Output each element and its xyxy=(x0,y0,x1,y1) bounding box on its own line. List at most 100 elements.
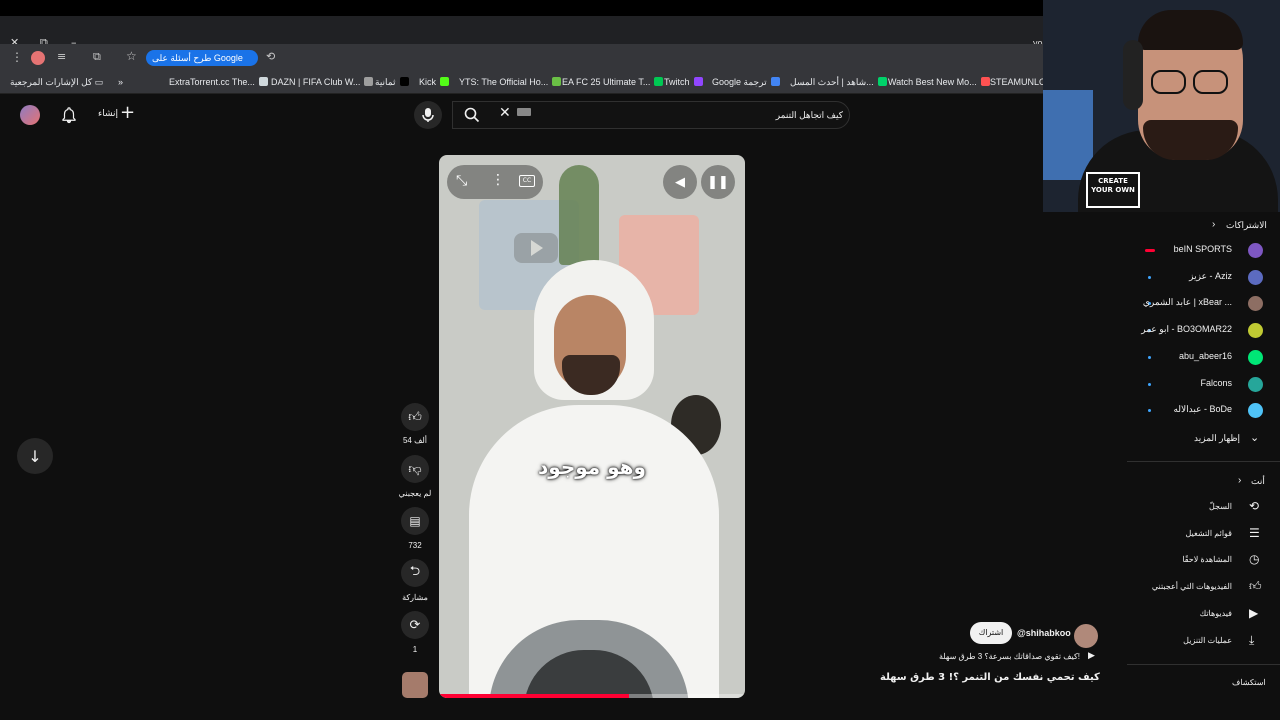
subscriptions-title[interactable]: الاشتراكات xyxy=(1226,220,1267,231)
subscription-item[interactable]: beIN SPORTS xyxy=(1127,239,1280,263)
pause-button[interactable]: ❚❚ xyxy=(701,165,735,199)
channel-handle[interactable]: @shihabkoo xyxy=(1017,628,1071,638)
bookmark-star-icon[interactable]: ☆ xyxy=(126,49,137,63)
subscription-item[interactable]: ابو عمر - BO3OMAR22 xyxy=(1127,319,1280,343)
captions-icon[interactable]: CC xyxy=(519,175,535,187)
you-title[interactable]: أنت xyxy=(1251,476,1265,487)
progress-track[interactable] xyxy=(439,694,745,698)
bookmark-item[interactable]: ExtraTorrent.cc The... xyxy=(169,77,268,87)
bookmark-label: YTS: The Official Ho... xyxy=(459,77,549,87)
next-video-button[interactable]: ↓ xyxy=(17,438,53,474)
bookmark-favicon-icon xyxy=(654,77,664,86)
bookmark-item[interactable]: DAZN | FIFA Club W... xyxy=(271,77,374,87)
chevron-right-icon: › xyxy=(1238,475,1242,486)
fullscreen-icon[interactable]: ⤡ xyxy=(456,173,467,189)
clear-search-icon[interactable]: ✕ xyxy=(499,105,511,121)
channel-avatar xyxy=(1248,243,1263,258)
title-bar xyxy=(0,0,1043,16)
notifications-bell-icon[interactable] xyxy=(60,106,78,128)
live-indicator-icon xyxy=(1145,249,1155,252)
you-section-item[interactable]: قوائم التشغيل ☰ xyxy=(1127,523,1280,547)
bookmark-favicon-icon xyxy=(877,77,887,86)
bookmark-favicon-icon xyxy=(364,77,374,86)
bookmark-item[interactable]: Google ترجمة xyxy=(712,77,780,88)
keyboard-icon[interactable] xyxy=(517,108,531,116)
sound-thumbnail[interactable] xyxy=(402,672,428,698)
voice-search-button[interactable] xyxy=(414,101,442,129)
subscription-item[interactable]: Falcons xyxy=(1127,373,1280,397)
media-controls-icon[interactable]: ≡ xyxy=(57,50,66,63)
search-button[interactable] xyxy=(452,101,492,129)
channel-avatar[interactable] xyxy=(1074,624,1098,648)
subscription-item[interactable]: abu_abeer16 xyxy=(1127,346,1280,370)
channel-name: Falcons xyxy=(1200,377,1232,388)
more-options-icon[interactable]: ⋮ xyxy=(491,172,505,188)
volume-button[interactable]: ◀ xyxy=(663,165,697,199)
bookmark-label: ExtraTorrent.cc The... xyxy=(169,77,255,87)
all-bookmarks-folder[interactable]: كل الإشارات المرجعية ▭ xyxy=(10,77,103,88)
webcam-overlay: CREATE YOUR OWN xyxy=(1043,0,1280,212)
site-info-icon[interactable]: ⟲ xyxy=(266,50,275,63)
create-button[interactable]: إنشاء + xyxy=(92,101,140,129)
share-button[interactable]: ⮌ xyxy=(401,559,429,587)
related-video-link[interactable]: كيف تقوي صداقاتك بسرعة؟ 3 طرق سهلة! xyxy=(900,652,1080,661)
beard xyxy=(1143,120,1238,160)
shorts-video-player[interactable]: وهو موجود ⤡ ⋮ CC ◀ ❚❚ xyxy=(439,155,745,698)
bookmark-label: EA FC 25 Ultimate T... xyxy=(562,77,651,87)
you-section-item[interactable]: المشاهدة لاحقًا ◷ xyxy=(1127,549,1280,573)
bookmark-item[interactable]: Watch Best New Mo... xyxy=(888,77,990,87)
comments-button[interactable]: ▤ xyxy=(401,507,429,535)
bookmark-favicon-icon xyxy=(552,77,562,86)
channel-avatar xyxy=(1248,269,1263,285)
glasses-left xyxy=(1151,70,1186,94)
you-section-item[interactable]: عمليات التنزيل ⤓ xyxy=(1127,630,1280,654)
channel-name: ابو عمر - BO3OMAR22 xyxy=(1141,324,1232,335)
search-icon xyxy=(464,107,480,123)
subscription-item[interactable]: عابد الشمري | xBear ... xyxy=(1127,292,1280,316)
show-more-label[interactable]: إظهار المزيد xyxy=(1194,433,1240,444)
profile-avatar[interactable] xyxy=(31,51,45,65)
thumb-up-icon: 👍︎ xyxy=(408,409,422,425)
ask-google-chip[interactable]: طرح أسئلة على Google xyxy=(146,50,258,66)
like-button[interactable]: 👍︎ xyxy=(401,403,429,431)
subscribe-button[interactable]: اشتراك xyxy=(970,622,1012,644)
extensions-icon[interactable]: ⧉ xyxy=(93,50,101,64)
search-input[interactable] xyxy=(533,105,843,125)
channel-avatar xyxy=(1248,323,1263,339)
bookmark-item[interactable]: Twitch xyxy=(664,77,703,87)
video-caption: وهو موجود xyxy=(538,455,646,479)
bookmark-item[interactable]: YTS: The Official Ho... xyxy=(459,77,562,87)
subscription-item[interactable]: عزيز - Aziz xyxy=(1127,266,1280,290)
video-icon: ▶ xyxy=(1249,605,1259,620)
history-icon: ⟲ xyxy=(1249,499,1260,513)
bookmark-item[interactable]: Kick xyxy=(419,77,450,87)
kebab-menu-icon[interactable]: ⋮ xyxy=(11,50,23,64)
you-section-item[interactable]: فيديوهاتك ▶ xyxy=(1127,603,1280,627)
video-title: كيف تحمي نفسك من التنمر ؟! 3 طرق سهلة xyxy=(880,672,1100,683)
bookmark-item[interactable]: شاهد | أحدث المسل... xyxy=(790,77,887,88)
bookmark-label: شاهد | أحدث المسل... xyxy=(790,77,874,87)
window-bar: ✕ ⧉ – yo xyxy=(0,16,1043,49)
remix-button[interactable]: ⟳ xyxy=(401,611,429,639)
bookmark-item[interactable]: ثمانية xyxy=(375,77,409,88)
create-label: إنشاء xyxy=(98,109,119,119)
dislike-label: لم يعجبني xyxy=(398,489,432,498)
share-label: مشاركة xyxy=(402,593,428,602)
account-avatar[interactable] xyxy=(20,105,40,125)
bookmark-favicon-icon xyxy=(399,77,409,86)
hair xyxy=(1138,10,1243,50)
bookmark-item[interactable]: EA FC 25 Ultimate T... xyxy=(562,77,664,87)
sidebar-divider xyxy=(1127,664,1280,665)
clock-icon: ◷ xyxy=(1249,552,1260,567)
chevron-down-icon[interactable]: ⌄ xyxy=(1250,431,1259,444)
bookmark-favicon-icon xyxy=(440,77,450,86)
download-icon: ⤓ xyxy=(1249,632,1255,647)
dislike-button[interactable]: 👎︎ xyxy=(401,455,429,483)
new-content-dot xyxy=(1148,382,1151,386)
you-section-item[interactable]: الفيديوهات التي أعجبتني 👍︎ xyxy=(1127,576,1280,600)
bookmarks-overflow-icon[interactable]: » xyxy=(118,77,123,87)
new-content-dot xyxy=(1148,275,1151,279)
subscription-item[interactable]: عبدالاله - BoDe xyxy=(1127,399,1280,423)
new-content-dot xyxy=(1148,355,1151,359)
you-section-item[interactable]: السجلّ ⟲ xyxy=(1127,496,1280,520)
